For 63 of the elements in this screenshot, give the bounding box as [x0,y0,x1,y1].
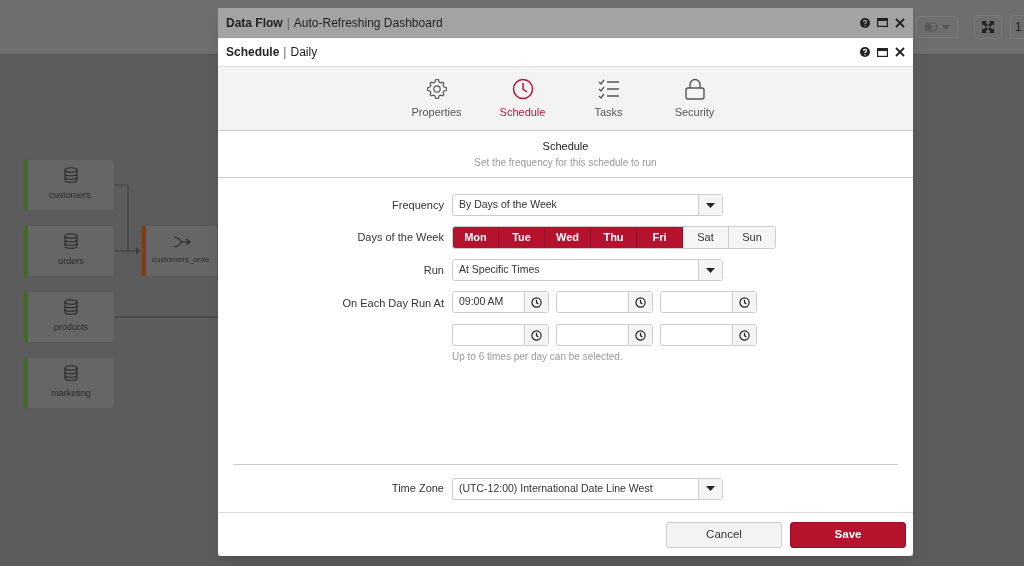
tab[interactable]: Tasks [576,78,641,121]
time-field[interactable] [452,324,549,346]
cancel-button[interactable]: Cancel [666,521,782,548]
expand-icon [982,21,994,33]
caret-icon [706,202,715,208]
field-label: Time Zone [390,481,445,497]
field-label: Days of the Week [356,230,445,246]
gear-icon [425,78,448,100]
title-separator: | [285,15,291,30]
close-icon[interactable] [895,47,905,57]
maximize-icon[interactable] [877,47,888,57]
help-icon[interactable] [860,17,870,28]
help-icon[interactable] [860,47,870,57]
maximize-icon[interactable] [877,18,888,27]
clock-icon [511,78,534,100]
toggle-icon [924,22,938,32]
title-separator: | [282,45,288,59]
tab[interactable]: Security [662,78,727,121]
save-button[interactable]: Save [790,521,906,548]
time-field[interactable]: 09:00 AM [452,291,549,313]
dropdown[interactable]: At Specific Times [452,259,723,281]
section-title: Schedule [542,139,589,155]
clock-icon [635,296,646,308]
window-title: Data Flow | Auto-Refreshing Dashboard [226,14,443,32]
day-toggle[interactable]: Wed [545,227,591,248]
tab[interactable]: Schedule [490,78,555,121]
time-field[interactable] [556,291,653,313]
clock-icon [739,296,750,308]
database-icon [64,167,78,184]
merge-icon [172,236,191,248]
database-icon [64,299,78,316]
tab[interactable]: Properties [404,78,469,121]
clock-icon [635,329,646,341]
lock-icon [683,78,706,100]
day-toggle[interactable]: Sat [683,227,729,248]
field-label: Frequency [391,197,445,213]
day-toggle[interactable]: Tue [499,227,545,248]
dropdown[interactable]: (UTC-12:00) International Date Line West [452,477,723,500]
section-subtitle: Set the frequency for this schedule to run [474,155,657,170]
toggle-button[interactable] [916,16,958,38]
field-label: On Each Day Run At [341,296,445,311]
day-toggle[interactable]: Mon [453,227,499,248]
day-toggle[interactable]: Fri [637,227,683,248]
time-field[interactable] [660,291,757,313]
clock-icon [531,329,542,341]
close-icon[interactable] [895,17,905,28]
database-icon [64,365,78,382]
fit-button[interactable] [974,15,1002,39]
caret-icon [706,486,715,491]
field-label: Run [422,262,445,278]
time-field[interactable] [556,324,653,346]
caret-icon [706,267,715,273]
day-toggle[interactable]: Sun [729,227,775,248]
caret-icon [942,24,950,30]
day-toggle[interactable]: Thu [591,227,637,248]
hint-text: Up to 6 times per day can be selected. [452,350,624,364]
database-icon [64,233,78,250]
clock-icon [739,329,750,341]
checklist-icon [597,78,620,100]
clock-icon [531,296,542,308]
time-field[interactable] [660,324,757,346]
dialog-title: Schedule | Daily [226,44,318,61]
dropdown[interactable]: By Days of the Week [452,194,723,216]
